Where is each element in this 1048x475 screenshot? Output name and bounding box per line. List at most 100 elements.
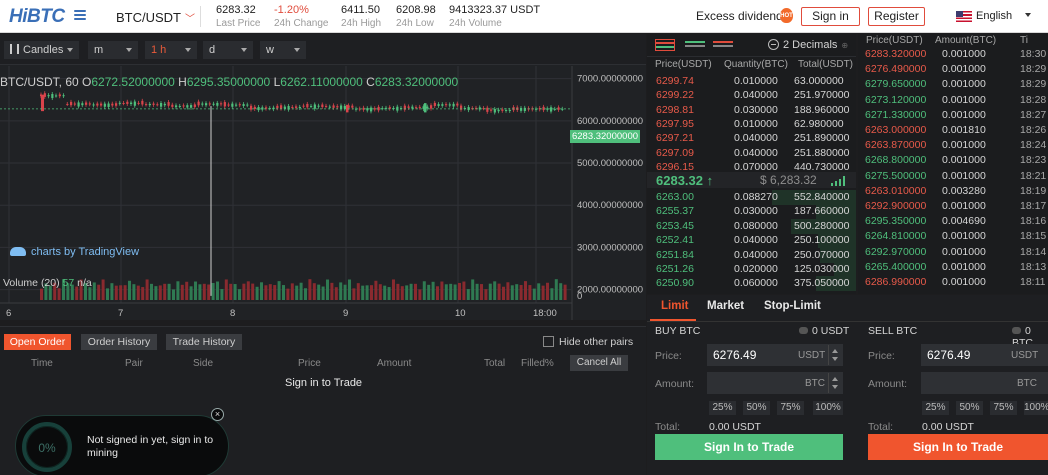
ask-total: 62.980000 [794,117,844,130]
candle-body [433,102,436,106]
buy-amount-stepper[interactable] [828,373,841,393]
top-header: HiBTC BTC/USDT ﹀ 6283.32 Last Price -1.20%… [0,0,1048,33]
buy-pct-75[interactable]: 75% [777,401,804,415]
candle-body [85,102,88,105]
book-header-price: Price(USDT) [655,59,712,70]
trade-time: 18:29 [1020,63,1047,76]
arrow-down-icon[interactable] [832,357,838,361]
ask-row[interactable]: 6297.95 0.010000 62.980000 [647,117,856,132]
mining-widget[interactable]: 0% Not signed in yet, sign in to mining [15,415,229,475]
sell-pct-50[interactable]: 50% [956,401,983,415]
candle-body [276,105,279,109]
tab-market[interactable]: Market [707,300,744,312]
pair-selector[interactable]: BTC/USDT ﹀ [116,10,195,25]
trade-amount: 0.001000 [942,93,986,106]
buy-pct-50[interactable]: 50% [743,401,770,415]
volume-bar [220,289,224,300]
mining-close-icon[interactable]: × [211,408,224,421]
arrow-up-icon[interactable] [832,349,838,353]
candle-body [370,107,373,112]
ask-row[interactable]: 6297.09 0.040000 251.880000 [647,146,856,161]
sell-sign-in-button[interactable]: Sign In to Trade [868,434,1048,460]
sell-pct-25[interactable]: 25% [922,401,949,415]
ask-row[interactable]: 6299.74 0.010000 63.000000 [647,74,856,89]
volume-bar [308,279,312,300]
arrow-up-icon[interactable] [832,377,838,381]
decimals-selector[interactable]: 2 Decimals ⊕ [768,39,848,51]
caret-down-icon [185,48,191,52]
ask-row[interactable]: 6298.81 0.030000 188.960000 [647,103,856,118]
register-button[interactable]: Register [868,7,925,26]
trade-row: 6286.990000 0.001000 18:11 [858,275,1048,290]
tradingview-watermark[interactable]: charts by TradingView [10,246,139,258]
volume-bar [466,289,470,300]
hibtc-logo[interactable]: HiBTC [9,6,65,28]
interval-day-dropdown[interactable]: d [203,41,253,59]
arrow-down-icon[interactable] [832,385,838,389]
sign-in-button[interactable]: Sign in [801,7,860,26]
hide-other-pairs-checkbox[interactable] [543,336,554,347]
language-selector[interactable]: English [976,10,1012,22]
up-arrow-icon: ↑ [706,173,714,188]
interval-week-dropdown[interactable]: w [260,41,306,59]
volume-axis-label: 0 [577,291,582,302]
sell-pct-100[interactable]: 100% [1024,401,1048,415]
volume-legend-na: n/a [77,277,92,289]
trade-amount: 0.003280 [942,184,986,197]
candle-body [246,104,249,106]
candlestick-chart[interactable]: 7000.00000000 6000.00000000 5000.00000000 4… [0,66,646,320]
ask-price: 6297.21 [656,132,694,145]
tab-open-order[interactable]: Open Order [4,334,71,350]
buy-pct-100[interactable]: 100% [813,401,843,415]
trade-row: 6268.800000 0.001000 18:23 [858,153,1048,168]
bid-total: 500.280000 [794,219,850,232]
buy-sign-in-button[interactable]: Sign In to Trade [655,434,843,460]
book-view-both-icon[interactable] [655,39,675,51]
bid-row[interactable]: 6252.41 0.040000 250.100000 [647,233,856,249]
stat-24h-high: 6411.50 24h High [341,4,381,30]
hide-other-pairs-label[interactable]: Hide other pairs [559,336,633,348]
bid-row[interactable]: 6263.00 0.088270 552.840000 [647,190,856,205]
volume-bar [348,279,351,300]
book-view-asks-icon[interactable] [713,39,733,51]
volume-bar [304,288,307,300]
volume-bar [502,286,505,300]
buy-pct-25[interactable]: 25% [709,401,736,415]
sell-price-unit: USDT [1011,350,1039,361]
tab-stop-limit[interactable]: Stop-Limit [764,300,821,312]
bid-row[interactable]: 6251.84 0.040000 250.070000 [647,247,856,263]
buy-price-stepper[interactable] [828,345,841,365]
bid-row[interactable]: 6255.37 0.030000 187.660000 [647,204,856,220]
volume-bar [510,285,514,300]
caret-down-icon [294,48,300,52]
book-view-bids-icon[interactable] [685,39,705,51]
cancel-all-button[interactable]: Cancel All [570,355,628,371]
candle-body [523,107,526,112]
tab-limit[interactable]: Limit [661,300,688,312]
ask-row[interactable]: 6297.21 0.040000 251.890000 [647,131,856,146]
sell-pct-75[interactable]: 75% [990,401,1017,415]
volume-bar [370,285,373,300]
volume-bar [352,288,356,300]
excess-dividend-link[interactable]: Excess dividend [696,9,783,23]
caret-down-icon[interactable] [1025,13,1031,17]
interval-hour-dropdown[interactable]: 1 h [145,41,197,59]
interval-minute-dropdown[interactable]: m [88,41,138,59]
tab-trade-history[interactable]: Trade History [166,334,242,350]
bid-row[interactable]: 6253.45 0.080000 500.280000 [647,218,856,234]
bid-row[interactable]: 6250.90 0.060000 375.050000 [647,276,856,292]
low-value: 6208.98 [396,4,436,16]
candle-body [178,105,181,107]
candle-body [407,106,410,108]
ask-price: 6298.81 [656,103,694,116]
volume-bar [458,282,461,300]
candle-body [148,103,151,106]
volume-bar [528,285,532,300]
sign-in-to-trade-text[interactable]: Sign in to Trade [285,377,362,389]
candle-body [343,105,346,109]
chart-type-dropdown[interactable]: Candles [4,41,79,59]
bid-row[interactable]: 6251.26 0.020000 125.030000 [647,262,856,277]
tab-order-history[interactable]: Order History [81,334,157,350]
ask-row[interactable]: 6299.22 0.040000 251.970000 [647,88,856,103]
bid-quantity: 0.030000 [734,205,778,218]
